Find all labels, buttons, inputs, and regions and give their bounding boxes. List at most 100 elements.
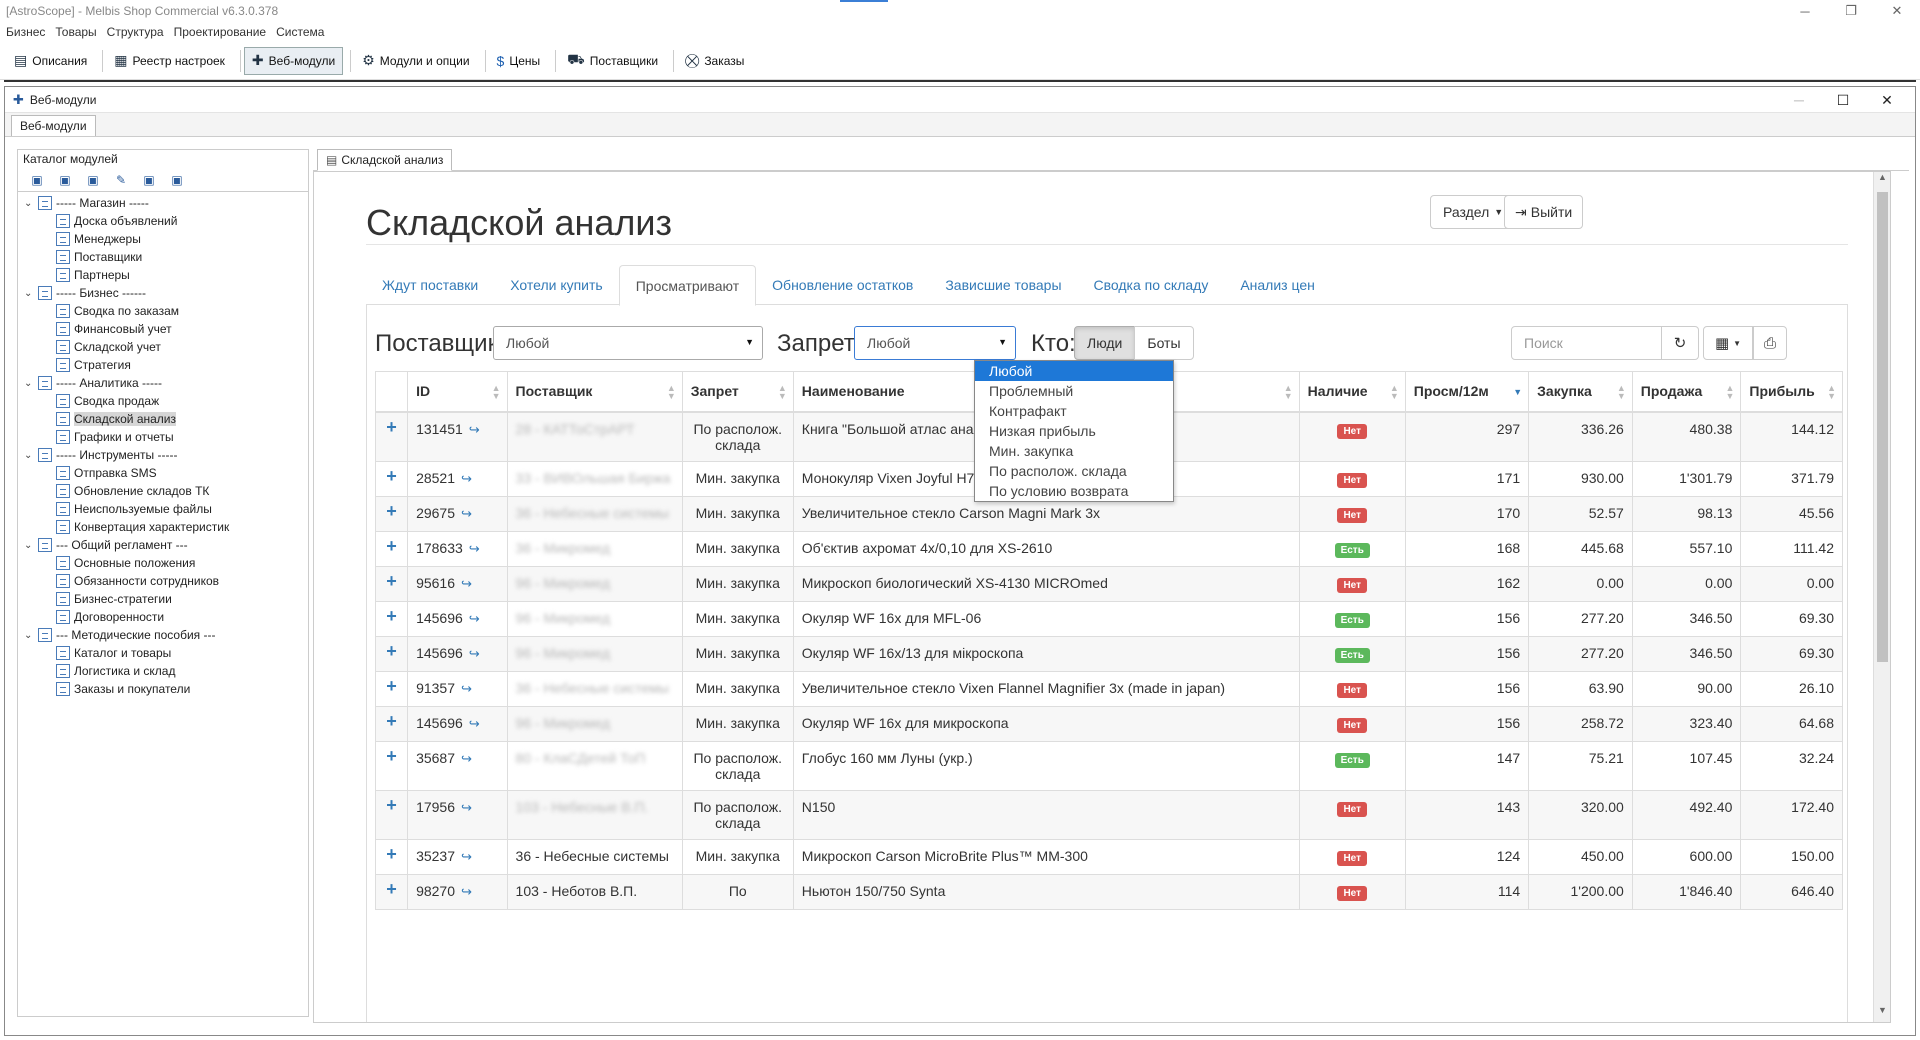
tab-analysis[interactable]: Ждут поставки [366, 265, 494, 305]
sort-icon[interactable]: ▲ ▼ [1725, 384, 1734, 401]
expand-row-button[interactable]: + [374, 530, 409, 567]
toolbar-webmodules-button[interactable]: ✚ Веб-модули [243, 46, 344, 75]
tree-item[interactable]: Каталог и товары [24, 644, 308, 662]
dropdown-option[interactable]: Мин. закупка [975, 441, 1173, 461]
tree-group[interactable]: ⌄ ----- Магазин ----- [24, 194, 308, 212]
tree-item[interactable]: Основные положения [24, 554, 308, 572]
dropdown-option[interactable]: Проблемный [975, 381, 1173, 401]
restore-icon[interactable]: ❐ [1828, 0, 1874, 22]
open-link-icon[interactable]: ↪ [461, 751, 472, 766]
sort-icon[interactable]: ▲ ▼ [667, 384, 676, 401]
table-row[interactable]: +95616 ↪ 96 - Микромед Мин. закупка Микроско… [374, 565, 1843, 602]
tab-analysis[interactable]: Хотели купить [494, 265, 619, 305]
tab-analysis[interactable]: Анализ цен [1224, 265, 1331, 305]
column-header[interactable]: ID ▲ ▼ [407, 371, 508, 413]
open-link-icon[interactable]: ↪ [469, 646, 480, 661]
column-header[interactable]: Прибыль ▲ ▼ [1740, 371, 1843, 413]
tree-item[interactable]: Менеджеры [24, 230, 308, 248]
chevron-down-icon[interactable]: ⌄ [24, 198, 38, 209]
dropdown-option[interactable]: По располож. склада [975, 461, 1173, 481]
tree-item[interactable]: Стратегия [24, 356, 308, 374]
copy-icon[interactable]: ▣ [84, 172, 102, 188]
toolbar-modules-button[interactable]: ⚙ Модули и опции [354, 47, 477, 75]
column-header[interactable]: Поставщик ▲ ▼ [506, 371, 683, 413]
refresh-button[interactable]: ↻ [1661, 326, 1699, 360]
open-link-icon[interactable]: ↪ [461, 471, 472, 486]
dropdown-option[interactable]: По условию возврата [975, 481, 1173, 501]
scrollbar-thumb[interactable] [1877, 192, 1888, 662]
sort-desc-icon[interactable]: ▼ [1513, 388, 1522, 397]
scroll-down-icon[interactable]: ▼ [1874, 1005, 1890, 1022]
tree-item[interactable]: Доска объявлений [24, 212, 308, 230]
tree-item[interactable]: Отправка SMS [24, 464, 308, 482]
column-header[interactable]: Наличие ▲ ▼ [1298, 371, 1406, 413]
exit-button[interactable]: ⇥ Выйти [1504, 195, 1584, 229]
table-row[interactable]: +145696 ↪ 96 - Микромед Мин. закупка Окуляр … [374, 705, 1843, 742]
chevron-down-icon[interactable]: ⌄ [24, 630, 38, 641]
properties-icon[interactable]: ▣ [168, 172, 186, 188]
tree-group[interactable]: ⌄ ----- Аналитика ----- [24, 374, 308, 392]
table-row[interactable]: +35687 ↪ 80 - КлаСДетей ТоП По располож. ск… [374, 740, 1843, 791]
expand-row-button[interactable]: + [374, 565, 409, 602]
dropdown-option[interactable]: Низкая прибыль [975, 421, 1173, 441]
menu-design[interactable]: Проектирование [174, 25, 267, 39]
column-header[interactable]: Запрет ▲ ▼ [681, 371, 794, 413]
columns-button[interactable]: ▦ ▼ [1703, 326, 1753, 360]
tab-analysis[interactable]: Обновление остатков [756, 265, 929, 305]
toolbar-registry-button[interactable]: ▦ Реестр настроек [106, 47, 233, 75]
vertical-scrollbar[interactable]: ▲ ▼ [1873, 172, 1890, 1022]
open-link-icon[interactable]: ↪ [469, 422, 480, 437]
expand-row-button[interactable]: + [374, 600, 409, 637]
minimize-icon[interactable]: ─ [1777, 87, 1821, 113]
expand-row-button[interactable]: + [374, 495, 409, 532]
tree-item[interactable]: Складской анализ [24, 410, 308, 428]
tree-item[interactable]: Финансовый учет [24, 320, 308, 338]
chevron-down-icon[interactable]: ⌄ [24, 288, 38, 299]
menu-business[interactable]: Бизнес [6, 25, 45, 39]
table-row[interactable]: +91357 ↪ 36 - Небесные системы Мин. закупка… [374, 670, 1843, 707]
expand-row-button[interactable]: + [374, 789, 409, 840]
add-child-icon[interactable]: ▣ [56, 172, 74, 188]
toolbar-suppliers-button[interactable]: ⛟ Поставщики [559, 47, 666, 75]
tree-item[interactable]: Обязанности сотрудников [24, 572, 308, 590]
sort-icon[interactable]: ▲ ▼ [778, 384, 787, 401]
table-row[interactable]: +35237 ↪ 36 - Небесные системы Мин. закупка… [374, 838, 1843, 875]
menu-system[interactable]: Система [276, 25, 324, 39]
open-link-icon[interactable]: ↪ [461, 576, 472, 591]
tree-group[interactable]: ⌄ ----- Бизнес ------ [24, 284, 308, 302]
tree-item[interactable]: Партнеры [24, 266, 308, 284]
tree-item[interactable]: Поставщики [24, 248, 308, 266]
chevron-down-icon[interactable]: ⌄ [24, 540, 38, 551]
tree-item[interactable]: Заказы и покупатели [24, 680, 308, 698]
delete-icon[interactable]: ▣ [140, 172, 158, 188]
scroll-up-icon[interactable]: ▲ [1874, 172, 1890, 189]
menu-goods[interactable]: Товары [55, 25, 96, 39]
sort-icon[interactable]: ▲ ▼ [1827, 384, 1836, 401]
tree-item[interactable]: Конвертация характеристик [24, 518, 308, 536]
tree-item[interactable]: Бизнес-стратегии [24, 590, 308, 608]
menu-structure[interactable]: Структура [107, 25, 164, 39]
expand-row-button[interactable]: + [374, 460, 409, 497]
expand-row-button[interactable]: + [374, 873, 409, 910]
add-module-icon[interactable]: ▣ [28, 172, 46, 188]
table-row[interactable]: +145696 ↪ 96 - Микромед Мин. закупка Окуляр … [374, 600, 1843, 637]
print-button[interactable]: ⎙ [1753, 326, 1787, 360]
dropdown-option[interactable]: Любой [975, 361, 1173, 381]
table-row[interactable]: +98270 ↪ 103 - Неботов В.П. По Ньютон 150/75… [374, 873, 1843, 910]
sort-icon[interactable]: ▲ ▼ [1617, 384, 1626, 401]
tab-analysis[interactable]: Просматривают [618, 265, 757, 306]
tab-stock-analysis[interactable]: ▤ Складской анализ [317, 149, 453, 171]
sort-icon[interactable]: ▲ ▼ [1390, 384, 1399, 401]
open-link-icon[interactable]: ↪ [469, 541, 480, 556]
tree-item[interactable]: Складской учет [24, 338, 308, 356]
table-row[interactable]: +145696 ↪ 96 - Микромед Мин. закупка Окуляр … [374, 635, 1843, 672]
toolbar-prices-button[interactable]: $ Цены [489, 47, 549, 75]
open-link-icon[interactable]: ↪ [461, 681, 472, 696]
expand-row-button[interactable]: + [374, 705, 409, 742]
expand-row-button[interactable]: + [374, 411, 409, 462]
open-link-icon[interactable]: ↪ [461, 506, 472, 521]
tree-item[interactable]: Сводка продаж [24, 392, 308, 410]
who-bots-button[interactable]: Боты [1134, 326, 1194, 360]
expand-row-button[interactable]: + [374, 838, 409, 875]
open-link-icon[interactable]: ↪ [461, 849, 472, 864]
